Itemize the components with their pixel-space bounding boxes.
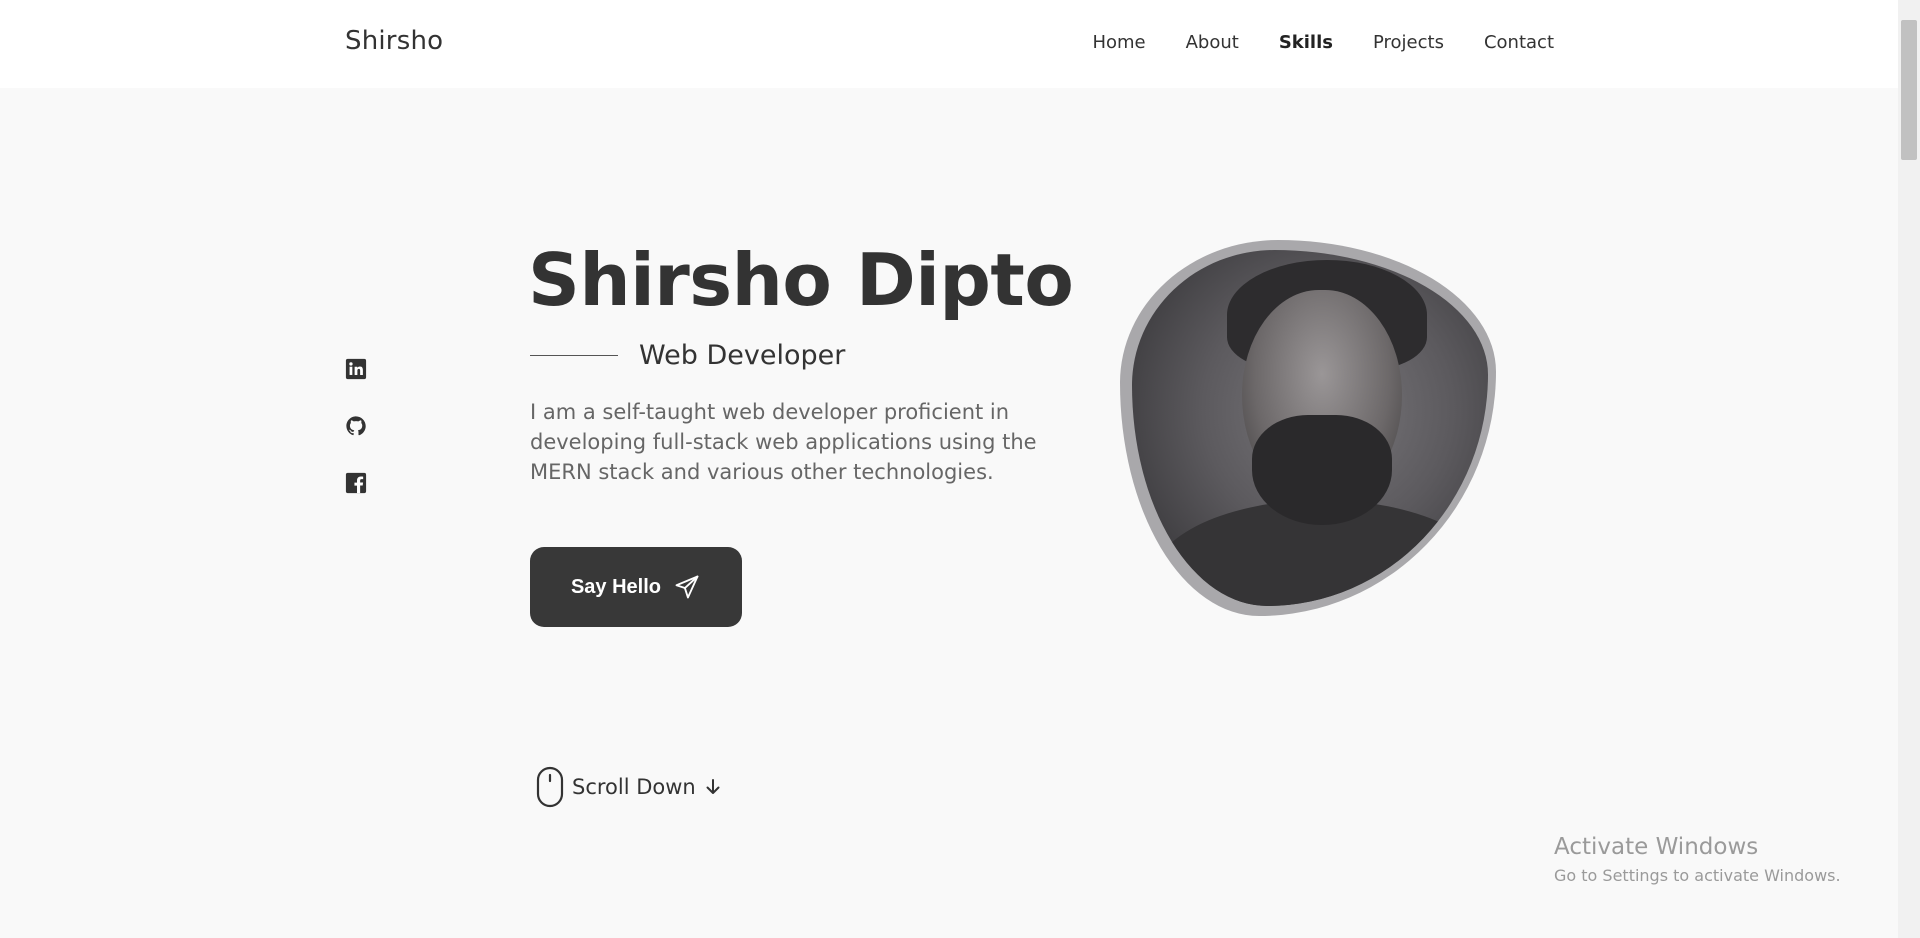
hero-description: I am a self-taught web developer profici…: [530, 400, 1037, 484]
say-hello-label: Say Hello: [570, 575, 662, 598]
nav-home[interactable]: Home: [1092, 32, 1145, 53]
hero-title: Shirsho Dipto: [528, 238, 1074, 322]
watermark-title: Activate Windows: [1554, 834, 1759, 860]
page: Shirsho Home About Skills Projects Conta…: [0, 0, 1920, 938]
nav-skills[interactable]: Skills: [1279, 32, 1333, 53]
mouse-icon: [536, 766, 564, 808]
profile-photo: [1132, 250, 1488, 606]
photo-beard: [1252, 415, 1392, 525]
arrow-down-icon: [706, 779, 720, 794]
logo[interactable]: Shirsho: [345, 26, 443, 56]
windows-activation-watermark: Activate Windows Go to Settings to activ…: [1554, 834, 1841, 885]
github-icon[interactable]: [345, 415, 367, 437]
subtitle-divider: [530, 355, 618, 356]
scrollbar-thumb[interactable]: [1901, 20, 1917, 160]
say-hello-button[interactable]: Say Hello: [530, 547, 742, 627]
hero-subtitle: Web Developer: [639, 340, 846, 371]
facebook-icon[interactable]: [345, 472, 367, 494]
nav-about[interactable]: About: [1186, 32, 1239, 53]
main-nav: Home About Skills Projects Contact: [1092, 32, 1554, 53]
vertical-scrollbar[interactable]: [1898, 0, 1920, 938]
scroll-down-link[interactable]: Scroll Down: [536, 766, 722, 808]
linkedin-icon[interactable]: [345, 358, 367, 380]
send-icon: [675, 575, 699, 599]
header: Shirsho Home About Skills Projects Conta…: [0, 0, 1898, 88]
watermark-subtitle: Go to Settings to activate Windows.: [1554, 866, 1841, 885]
social-links: [345, 358, 367, 494]
nav-contact[interactable]: Contact: [1484, 32, 1554, 53]
profile-image: [1120, 240, 1496, 616]
subtitle-row: Web Developer: [530, 340, 845, 371]
nav-projects[interactable]: Projects: [1373, 32, 1444, 53]
scroll-down-label: Scroll Down: [572, 775, 696, 799]
